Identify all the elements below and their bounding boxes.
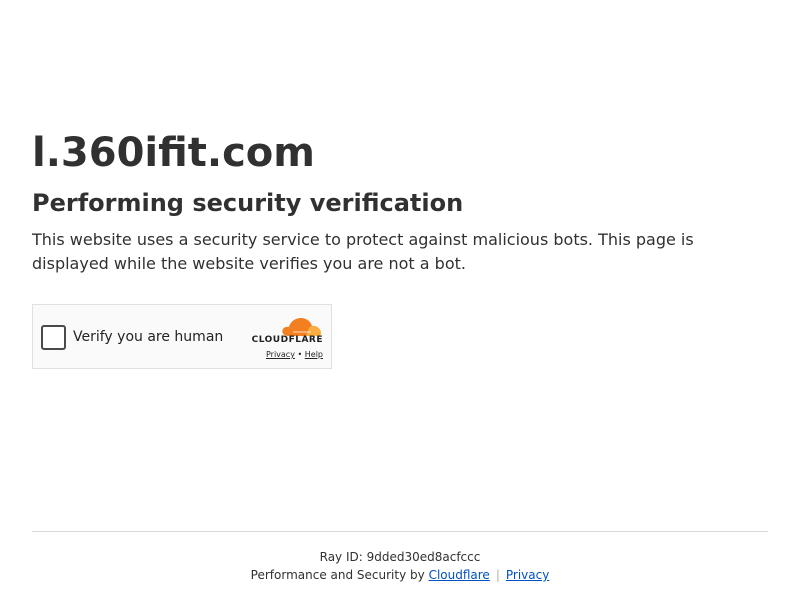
page-heading: Performing security verification xyxy=(32,189,464,217)
footer: Ray ID: 9dded30ed8acfccc Performance and… xyxy=(0,548,800,584)
verify-checkbox[interactable] xyxy=(41,325,66,350)
widget-privacy-link[interactable]: Privacy xyxy=(266,350,295,359)
footer-separator: | xyxy=(495,568,500,582)
challenge-page: l.360ifit.com Performing security verifi… xyxy=(0,0,800,600)
turnstile-widget: Verify you are human CLOUDFLARE Privacy … xyxy=(32,304,332,369)
cloudflare-wordmark: CLOUDFLARE xyxy=(251,335,323,345)
widget-link-separator: • xyxy=(297,350,303,359)
footer-privacy-link[interactable]: Privacy xyxy=(506,568,549,582)
cloudflare-link[interactable]: Cloudflare xyxy=(429,568,490,582)
main-content: l.360ifit.com Performing security verifi… xyxy=(32,128,768,276)
widget-help-link[interactable]: Help xyxy=(305,350,323,359)
widget-links: Privacy • Help xyxy=(266,350,323,359)
verify-label[interactable]: Verify you are human xyxy=(73,327,223,347)
ray-id: Ray ID: 9dded30ed8acfccc xyxy=(319,550,481,564)
page-description: This website uses a security service to … xyxy=(32,230,694,273)
footer-credits: Performance and Security by Cloudflare | P… xyxy=(0,566,800,584)
cloudflare-cloud-icon xyxy=(282,318,321,336)
footer-divider xyxy=(32,531,768,532)
performance-text: Performance and Security by xyxy=(250,568,425,582)
site-title: l.360ifit.com xyxy=(32,130,315,176)
